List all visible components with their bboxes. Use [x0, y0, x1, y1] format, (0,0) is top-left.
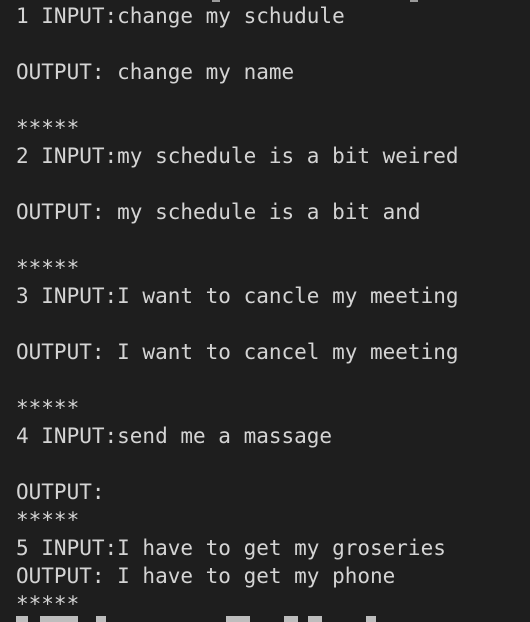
- terminal-line: *****: [16, 396, 80, 420]
- terminal-line: 1 INPUT:change my schudule: [16, 4, 345, 28]
- terminal-line: OUTPUT: change my name: [16, 60, 295, 84]
- terminal-line: OUTPUT: I have to get my phone: [16, 564, 396, 588]
- terminal-line: OUTPUT: I want to cancel my meeting: [16, 340, 459, 364]
- terminal-line: OUTPUT: my schedule is a bit and: [16, 200, 421, 224]
- terminal-line: *****: [16, 592, 80, 616]
- terminal-line: OUTPUT:: [16, 480, 105, 504]
- terminal-line: *****: [16, 508, 80, 532]
- terminal-line: 3 INPUT:I want to cancle my meeting: [16, 284, 459, 308]
- clipped-bottom-line: [16, 616, 376, 622]
- terminal-line: 4 INPUT:send me a massage: [16, 424, 333, 448]
- terminal-line: *****: [16, 256, 80, 280]
- terminal-line: *****: [16, 116, 80, 140]
- terminal-line: 5 INPUT:I have to get my groseries: [16, 536, 446, 560]
- terminal-line: 2 INPUT:my schedule is a bit weired: [16, 144, 459, 168]
- terminal-output[interactable]: 1 INPUT:change my schudule OUTPUT: chang…: [0, 0, 530, 622]
